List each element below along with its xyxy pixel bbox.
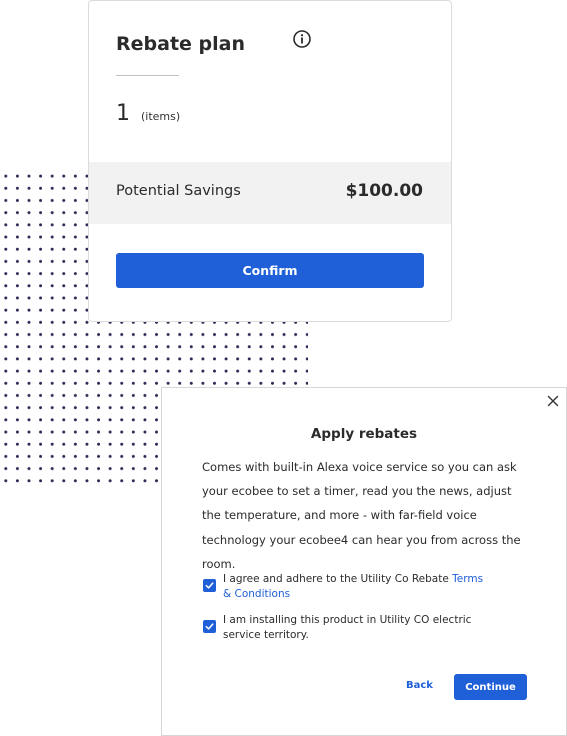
card-title: Rebate plan bbox=[116, 33, 245, 55]
continue-button[interactable]: Continue bbox=[454, 674, 527, 700]
close-icon[interactable] bbox=[547, 395, 559, 407]
title-divider bbox=[116, 75, 179, 76]
savings-value: $100.00 bbox=[345, 181, 423, 201]
potential-savings-row: Potential Savings $100.00 bbox=[89, 162, 451, 224]
agree-terms-label: I agree and adhere to the Utility Co Reb… bbox=[223, 572, 493, 601]
confirm-button[interactable]: Confirm bbox=[116, 253, 424, 288]
checkmark-icon bbox=[205, 623, 214, 630]
agree-terms-checkbox[interactable] bbox=[203, 579, 216, 592]
item-count: 1 (items) bbox=[116, 101, 180, 126]
rebate-plan-card: Rebate plan 1 (items) Potential Savings … bbox=[88, 0, 452, 322]
savings-label: Potential Savings bbox=[116, 183, 241, 199]
agree-terms-row: I agree and adhere to the Utility Co Reb… bbox=[203, 572, 493, 601]
install-territory-label: I am installing this product in Utility … bbox=[223, 614, 472, 641]
modal-title: Apply rebates bbox=[310, 426, 418, 442]
install-territory-row: I am installing this product in Utility … bbox=[203, 613, 493, 642]
apply-rebates-modal: Apply rebates Comes with built-in Alexa … bbox=[161, 387, 567, 736]
back-button[interactable]: Back bbox=[406, 680, 433, 691]
item-count-number: 1 bbox=[116, 101, 130, 126]
checkmark-icon bbox=[205, 582, 214, 589]
info-icon[interactable] bbox=[292, 29, 312, 49]
modal-description: Comes with built-in Alexa voice service … bbox=[202, 460, 521, 571]
agree-terms-text: I agree and adhere to the Utility Co Reb… bbox=[223, 573, 453, 585]
item-count-unit: (items) bbox=[141, 110, 181, 123]
install-territory-checkbox[interactable] bbox=[203, 620, 216, 633]
